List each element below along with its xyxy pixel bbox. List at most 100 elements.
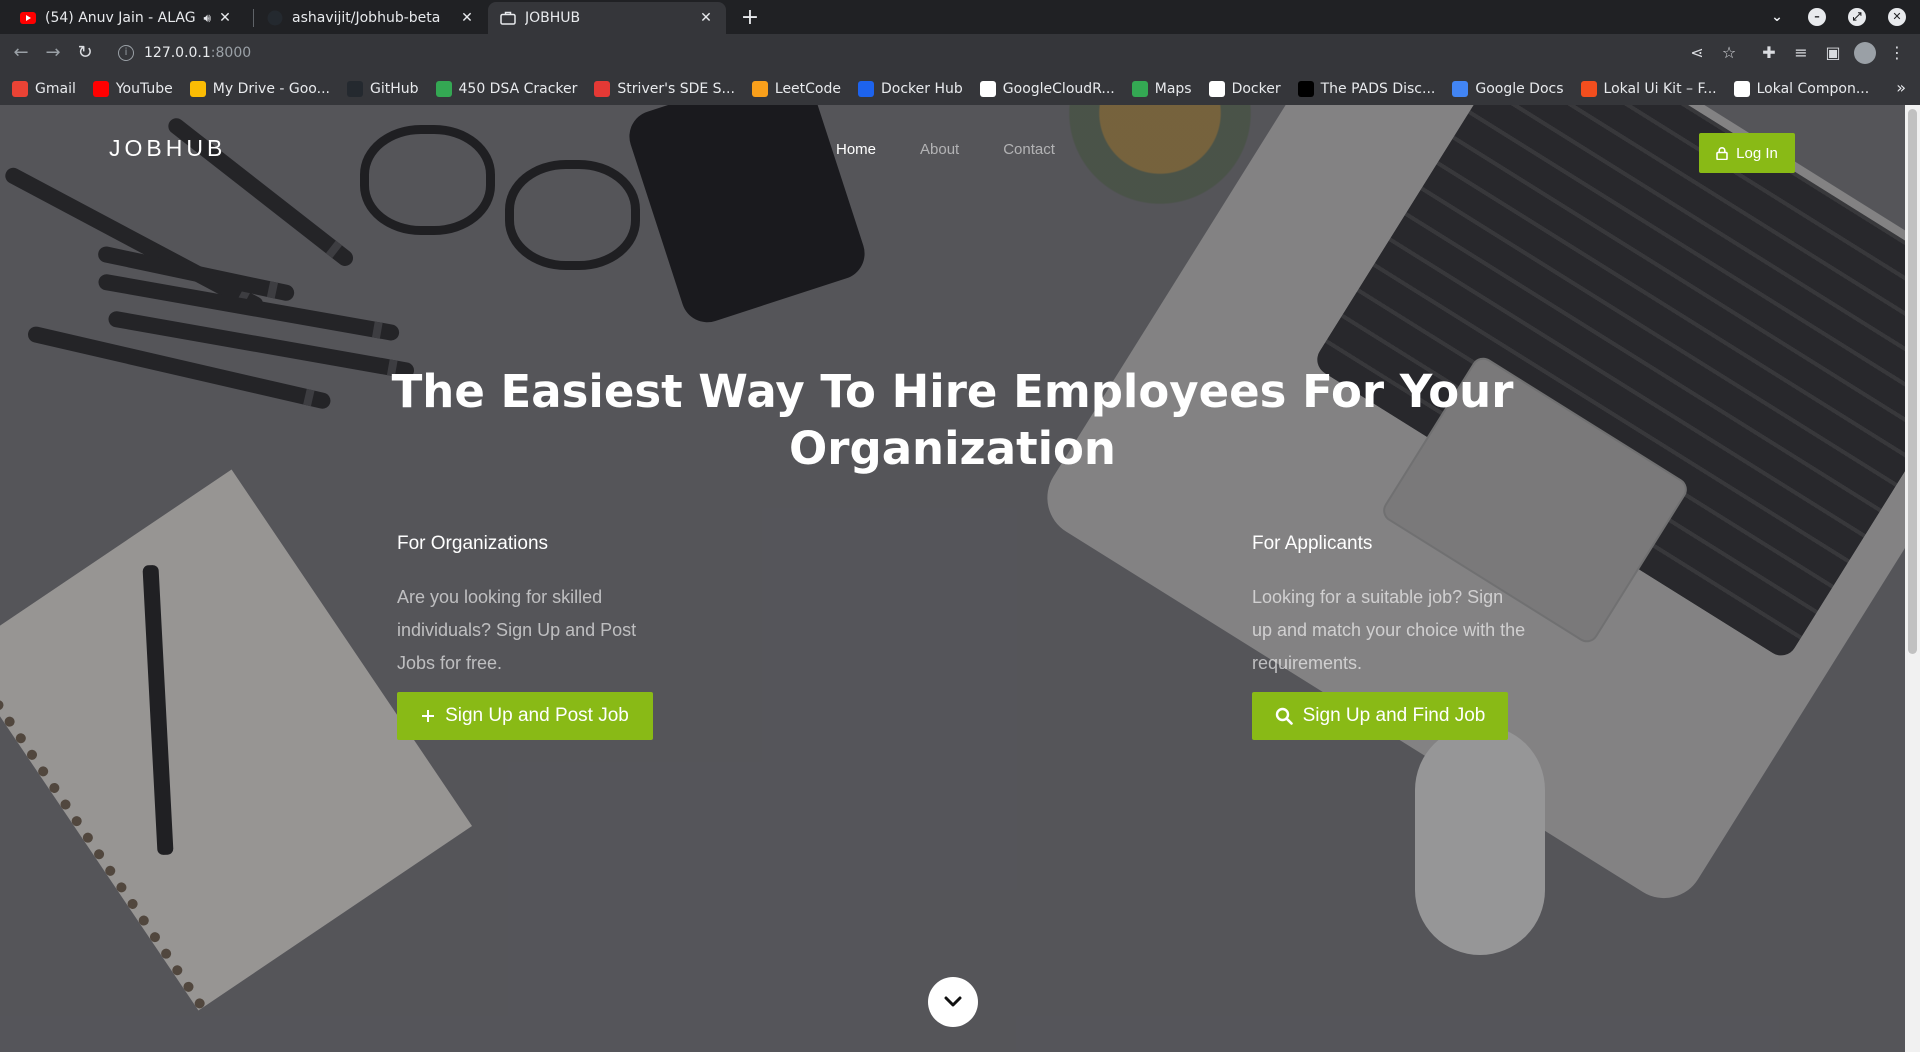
maps-icon <box>1131 80 1148 97</box>
globe-icon <box>1208 80 1225 97</box>
bookmark-label: 450 DSA Cracker <box>458 80 578 97</box>
address-bar[interactable]: i 127.0.0.1:8000 <box>110 37 1670 69</box>
docker-icon <box>858 80 875 97</box>
scrollbar-thumb[interactable] <box>1908 109 1917 654</box>
page-viewport: JOBHUB Home About Contact Log In The Eas… <box>0 105 1905 1052</box>
notion-icon <box>1733 80 1750 97</box>
google-icon <box>979 80 996 97</box>
bookmark-label: My Drive - Goo... <box>212 80 330 97</box>
nav-link-about[interactable]: About <box>920 141 959 158</box>
plus-icon <box>421 709 435 723</box>
bookmark-star-icon[interactable]: ☆ <box>1718 42 1740 64</box>
browser-toolbar: ← → ↻ i 127.0.0.1:8000 ⋖ ☆ ✚ ≡ ▣ ⋮ <box>0 34 1920 72</box>
organizations-section: For Organizations Are you looking for sk… <box>397 533 672 680</box>
browser-tab-jobhub[interactable]: JOBHUB ✕ <box>488 2 726 34</box>
bookmark-item[interactable]: LeetCode <box>751 80 842 97</box>
bookmark-label: Maps <box>1154 80 1192 97</box>
bookmark-item[interactable]: Gmail <box>12 80 76 97</box>
applicants-text: Looking for a suitable job? Sign up and … <box>1252 587 1526 673</box>
bookmark-label: Gmail <box>35 80 76 97</box>
bookmark-item[interactable]: GitHub <box>346 80 419 97</box>
bookmark-item[interactable]: Maps <box>1131 80 1192 97</box>
extensions-icon[interactable]: ✚ <box>1758 42 1780 64</box>
bookmark-item[interactable]: Google Docs <box>1452 80 1564 97</box>
nav-link-home[interactable]: Home <box>836 141 876 158</box>
applicants-heading: For Applicants <box>1252 533 1373 554</box>
url-port: :8000 <box>210 45 252 61</box>
speaker-icon[interactable]: 🔊︎ <box>203 11 211 26</box>
bookmark-item[interactable]: Lokal Ui Kit – F... <box>1580 80 1717 97</box>
tab-title: (54) Anuv Jain - ALAG A <box>45 10 198 26</box>
organizations-text: Are you looking for skilled individuals?… <box>397 587 637 673</box>
signup-find-job-label: Sign Up and Find Job <box>1302 705 1486 726</box>
docs-icon <box>1452 80 1469 97</box>
browser-tab-strip: (54) Anuv Jain - ALAG A 🔊︎ ✕ ashavijit/J… <box>0 0 1920 34</box>
reading-list-icon[interactable]: ≡ <box>1790 42 1812 64</box>
maximize-button[interactable]: ⤢ <box>1848 8 1866 26</box>
close-icon[interactable]: ✕ <box>459 10 475 26</box>
bookmark-item[interactable]: Docker Hub <box>858 80 963 97</box>
back-button[interactable]: ← <box>8 40 34 66</box>
hero-title: The Easiest Way To Hire Employees For Yo… <box>391 365 1514 475</box>
minimize-button[interactable]: – <box>1808 8 1826 26</box>
forward-button[interactable]: → <box>40 40 66 66</box>
login-label: Log In <box>1736 144 1778 162</box>
scroll-down-button[interactable] <box>928 977 978 1027</box>
lock-icon <box>1716 146 1728 160</box>
share-icon[interactable]: ⋖ <box>1686 42 1708 64</box>
close-icon[interactable]: ✕ <box>217 10 233 26</box>
page-scrollbar[interactable] <box>1905 105 1920 1052</box>
youtube-icon <box>92 80 109 97</box>
bookmark-label: Striver's SDE S... <box>617 80 735 97</box>
bookmark-label: Docker <box>1231 80 1281 97</box>
drive-icon <box>189 80 206 97</box>
new-tab-button[interactable]: + <box>736 4 764 32</box>
tuf-icon <box>594 80 611 97</box>
tab-title: ashavijit/Jobhub-beta <box>292 10 441 26</box>
bookmarks-bar: Gmail YouTube My Drive - Goo... GitHub 450 D… <box>0 72 1920 105</box>
youtube-icon <box>20 10 36 26</box>
bookmarks-overflow-icon[interactable]: » <box>1896 78 1906 97</box>
bookmark-label: Lokal Ui Kit – F... <box>1603 80 1717 97</box>
tab-title: JOBHUB <box>525 10 581 26</box>
nav-link-contact[interactable]: Contact <box>1003 141 1055 158</box>
bookmark-label: GoogleCloudR... <box>1002 80 1115 97</box>
search-icon <box>1275 707 1293 725</box>
info-icon[interactable]: i <box>118 45 134 61</box>
login-button[interactable]: Log In <box>1699 133 1795 173</box>
pads-icon <box>1297 80 1314 97</box>
site-logo[interactable]: JOBHUB <box>109 135 226 162</box>
bookmark-item[interactable]: GoogleCloudR... <box>979 80 1115 97</box>
browser-tab-github[interactable]: ashavijit/Jobhub-beta ✕ <box>255 2 487 34</box>
profile-avatar[interactable] <box>1854 42 1876 64</box>
bookmark-item[interactable]: Striver's SDE S... <box>594 80 735 97</box>
bookmark-item[interactable]: My Drive - Goo... <box>189 80 330 97</box>
organizations-heading: For Organizations <box>397 533 549 554</box>
signup-find-job-button[interactable]: Sign Up and Find Job <box>1252 692 1508 740</box>
github-icon <box>267 10 283 26</box>
menu-icon[interactable]: ⋮ <box>1886 42 1908 64</box>
signup-post-job-button[interactable]: Sign Up and Post Job <box>397 692 653 740</box>
url-host: 127.0.0.1 <box>144 45 211 61</box>
bookmark-label: Lokal Compon... <box>1756 80 1870 97</box>
chevron-down-icon <box>944 993 962 1012</box>
figma-icon <box>1580 80 1597 97</box>
bookmark-item[interactable]: YouTube <box>92 80 173 97</box>
reload-button[interactable]: ↻ <box>72 40 98 66</box>
bookmark-label: Google Docs <box>1475 80 1564 97</box>
bookmark-label: Docker Hub <box>881 80 963 97</box>
bookmark-item[interactable]: Lokal Compon... <box>1733 80 1870 97</box>
gmail-icon <box>12 80 28 97</box>
bookmark-label: GitHub <box>369 80 419 97</box>
bookmark-label: LeetCode <box>774 80 842 97</box>
close-icon[interactable]: ✕ <box>698 10 714 26</box>
side-panel-icon[interactable]: ▣ <box>1822 42 1844 64</box>
bookmark-item[interactable]: The PADS Disc... <box>1297 80 1435 97</box>
browser-tab-youtube[interactable]: (54) Anuv Jain - ALAG A 🔊︎ ✕ <box>8 2 245 34</box>
bookmark-label: YouTube <box>115 80 173 97</box>
site-nav: Home About Contact <box>836 141 1099 158</box>
tab-search-icon[interactable]: ⌄ <box>1768 8 1786 26</box>
close-window-button[interactable]: ✕ <box>1888 8 1906 26</box>
bookmark-item[interactable]: Docker <box>1208 80 1281 97</box>
bookmark-item[interactable]: 450 DSA Cracker <box>435 80 578 97</box>
